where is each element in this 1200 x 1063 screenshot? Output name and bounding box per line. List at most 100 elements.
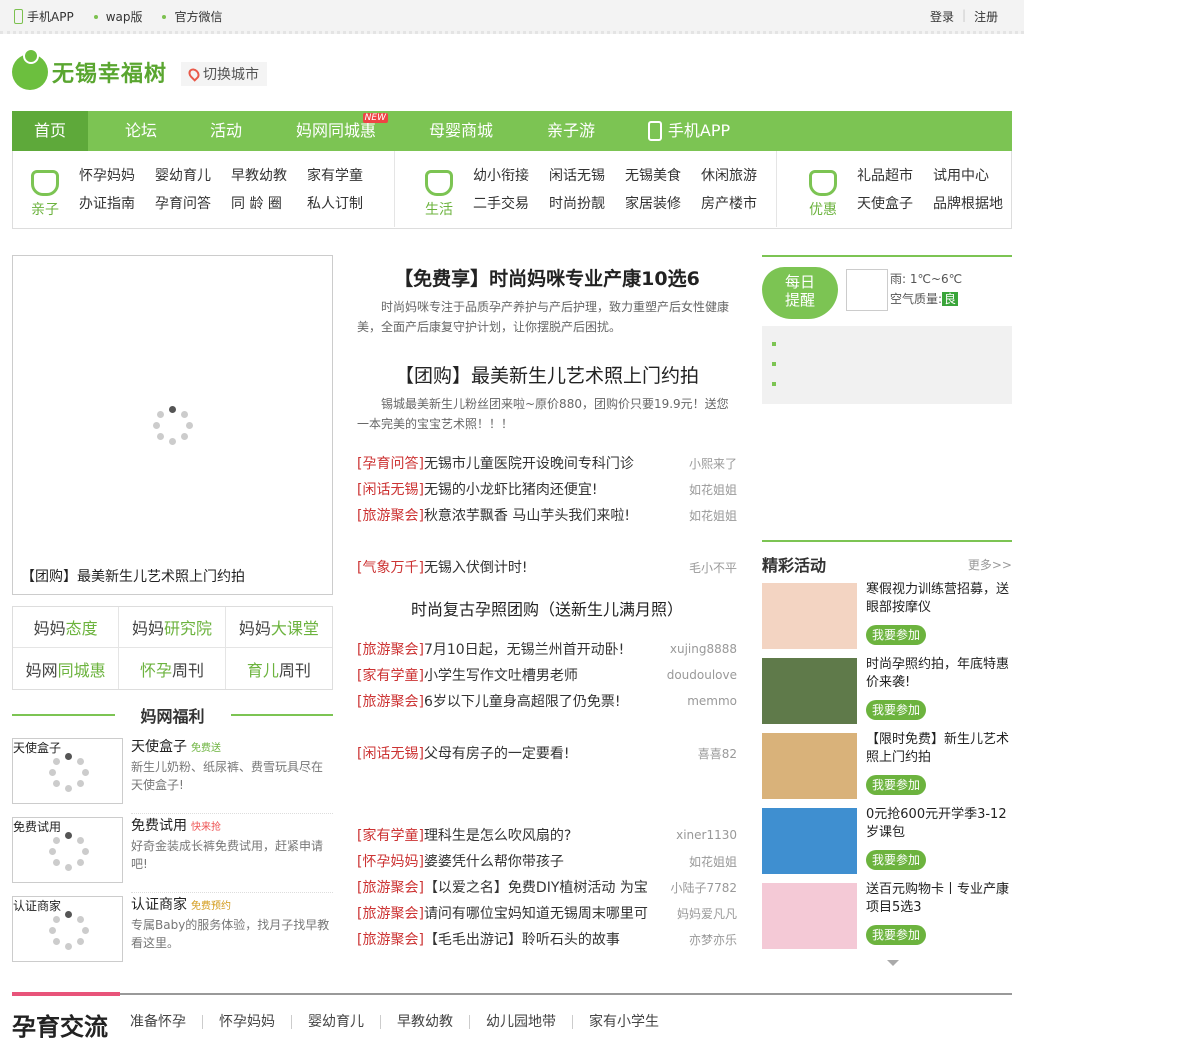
welfare-item[interactable]: 免费试用 免费试用 快来抢 好奇金装成长裤免费试用，赶紧申请吧! [12, 817, 333, 893]
activity-image[interactable] [762, 808, 857, 874]
sub-link[interactable]: 孕育问答 [155, 193, 211, 213]
news-row[interactable]: [旅游聚会]【毛毛出游记】聆听石头的故事 亦梦亦乐 [357, 926, 737, 952]
activity-image[interactable] [762, 733, 857, 799]
sub-link[interactable]: 早教幼教 [231, 165, 287, 185]
sub-link[interactable]: 天使盒子 [857, 193, 913, 213]
activity-image[interactable] [762, 883, 857, 949]
sub-link[interactable]: 房产楼市 [701, 193, 757, 213]
news-row[interactable]: [家有学童]小学生写作文吐槽男老师 doudoulove [357, 662, 737, 688]
daily-reminder-badge: 每日 提醒 [762, 267, 838, 319]
mama-link[interactable]: 育儿 周刊 [226, 648, 332, 689]
news-row[interactable]: [旅游聚会]请问有哪位宝妈知道无锡周末哪里可 妈妈爱凡凡 [357, 900, 737, 926]
welfare-title[interactable]: 天使盒子 [131, 739, 187, 755]
activities-header: 精彩活动 更多>> [762, 540, 1012, 576]
news-row[interactable]: [闲话无锡]无锡的小龙虾比猪肉还便宜! 如花姐姐 [357, 476, 737, 502]
more-link[interactable]: 更多>> [968, 556, 1012, 573]
sub-link[interactable]: 同 龄 圈 [231, 193, 287, 213]
nav-family-travel[interactable]: 亲子游 [508, 111, 634, 151]
nav-local-deals[interactable]: 妈网同城惠 NEW [258, 111, 414, 151]
section-tab[interactable]: 婴幼育儿 [291, 1015, 380, 1029]
join-button[interactable]: 我要参加 [866, 850, 927, 870]
news-row[interactable]: [旅游聚会]秋意浓芋飘香 马山芋头我们来啦! 如花姐姐 [357, 502, 737, 528]
category-parenting[interactable]: 亲子 [23, 159, 67, 219]
news-row[interactable]: [家有学童]理科生是怎么吹风扇的? xiner1130 [357, 822, 737, 848]
mama-link[interactable]: 妈妈 态度 [13, 607, 120, 648]
mama-link[interactable]: 妈网 同城惠 [13, 648, 120, 689]
activity-item[interactable]: 送百元购物卡丨专业产康项目5选3 我要参加 [762, 881, 1012, 949]
section-tab[interactable]: 家有小学生 [572, 1015, 675, 1029]
news-row[interactable]: [闲话无锡]父母有房子的一定要看! 喜喜82 [357, 740, 737, 766]
welfare-item[interactable]: 认证商家 认证商家 免费预约 专属Baby的服务体验，找月子找早教看这里。 [12, 896, 333, 966]
category-deals[interactable]: 优惠 [801, 159, 845, 219]
sub-link[interactable]: 家有学童 [307, 165, 363, 185]
section-tab[interactable]: 早教幼教 [380, 1015, 469, 1029]
sub-link[interactable]: 休闲旅游 [701, 165, 757, 185]
mama-link[interactable]: 妈妈 大课堂 [225, 607, 332, 648]
sub-link[interactable]: 婴幼育儿 [155, 165, 211, 185]
sub-link[interactable]: 礼品超市 [857, 165, 913, 185]
news-row[interactable]: [旅游聚会]6岁以下儿童身高超限了仍免票! memmo [357, 688, 737, 714]
welfare-title[interactable]: 认证商家 [131, 897, 187, 913]
activity-item[interactable]: 【限时免费】新生儿艺术照上门约拍 我要参加 [762, 731, 1012, 799]
banner-slider[interactable]: 【团购】最美新生儿艺术照上门约拍 [12, 255, 333, 595]
headline-1[interactable]: 【免费享】时尚妈咪专业产康10选6 [357, 264, 737, 291]
site-logo[interactable]: 无锡幸福树 [12, 48, 167, 90]
activity-text[interactable]: 送百元购物卡丨专业产康项目5选3 [866, 881, 1012, 917]
category-life[interactable]: 生活 [417, 159, 461, 219]
section-tab[interactable]: 怀孕妈妈 [202, 1015, 291, 1029]
headline-3[interactable]: 时尚复古孕照团购（送新生儿满月照） [357, 596, 737, 620]
nav-home[interactable]: 首页 [12, 111, 88, 151]
switch-city-button[interactable]: 切换城市 [181, 62, 267, 86]
activity-item[interactable]: 0元抢600元开学季3-12岁课包 我要参加 [762, 806, 1012, 874]
headline-2[interactable]: 【团购】最美新生儿艺术照上门约拍 [357, 361, 737, 388]
news-row[interactable]: [旅游聚会]【以爱之名】免费DIY植树活动 为宝 小陆子7782 [357, 874, 737, 900]
sub-link[interactable]: 时尚扮靓 [549, 193, 605, 213]
sub-link[interactable]: 二手交易 [473, 193, 529, 213]
news-row[interactable]: [气象万千]无锡入伏倒计时! 毛小不平 [357, 554, 737, 580]
welfare-thumb[interactable]: 免费试用 [12, 817, 123, 883]
activity-text[interactable]: 【限时免费】新生儿艺术照上门约拍 [866, 731, 1012, 767]
login-link[interactable]: 登录 [930, 8, 954, 25]
news-row[interactable]: [怀孕妈妈]婆婆凭什么帮你带孩子 如花姐姐 [357, 848, 737, 874]
activity-text[interactable]: 0元抢600元开学季3-12岁课包 [866, 806, 1012, 842]
sub-link[interactable]: 品牌根据地 [933, 193, 1003, 213]
sub-link[interactable]: 闲话无锡 [549, 165, 605, 185]
mobile-app-link[interactable]: 手机APP [14, 8, 74, 25]
mama-link[interactable]: 怀孕 周刊 [119, 648, 226, 689]
news-row[interactable]: [旅游聚会]7月10日起，无锡兰州首开动卧! xujing8888 [357, 636, 737, 662]
wechat-link[interactable]: 官方微信 [162, 8, 223, 25]
sub-link[interactable]: 办证指南 [79, 193, 135, 213]
wap-link[interactable]: wap版 [93, 8, 142, 25]
welfare-title[interactable]: 免费试用 [131, 818, 187, 834]
sub-link[interactable]: 幼小衔接 [473, 165, 529, 185]
scroll-down-arrow-icon[interactable] [887, 960, 899, 966]
activity-image[interactable] [762, 658, 857, 724]
sub-link[interactable]: 试用中心 [933, 165, 1003, 185]
welfare-tag: 免费送 [191, 743, 221, 754]
register-link[interactable]: 注册 [974, 8, 998, 25]
activity-text[interactable]: 寒假视力训练营招募，送眼部按摩仪 [866, 581, 1012, 617]
activity-image[interactable] [762, 583, 857, 649]
section-tab[interactable]: 准备怀孕 [130, 1015, 202, 1029]
nav-events[interactable]: 活动 [194, 111, 258, 151]
activity-item[interactable]: 时尚孕照约拍，年底特惠价来袭! 我要参加 [762, 656, 1012, 724]
nav-baby-mall[interactable]: 母婴商城 [414, 111, 508, 151]
nav-forum[interactable]: 论坛 [88, 111, 194, 151]
sub-link[interactable]: 无锡美食 [625, 165, 681, 185]
join-button[interactable]: 我要参加 [866, 775, 927, 795]
join-button[interactable]: 我要参加 [866, 700, 927, 720]
welfare-thumb[interactable]: 天使盒子 [12, 738, 123, 804]
activity-item[interactable]: 寒假视力训练营招募，送眼部按摩仪 我要参加 [762, 581, 1012, 649]
welfare-item[interactable]: 天使盒子 天使盒子 免费送 新生儿奶粉、纸尿裤、费雪玩具尽在天使盒子! [12, 738, 333, 814]
news-row[interactable]: [孕育问答]无锡市儿童医院开设晚间专科门诊 小熙来了 [357, 450, 737, 476]
sub-link[interactable]: 家居装修 [625, 193, 681, 213]
welfare-thumb[interactable]: 认证商家 [12, 896, 123, 962]
sub-link[interactable]: 私人订制 [307, 193, 363, 213]
mama-link[interactable]: 妈妈 研究院 [119, 607, 226, 648]
activity-text[interactable]: 时尚孕照约拍，年底特惠价来袭! [866, 656, 1012, 692]
join-button[interactable]: 我要参加 [866, 925, 927, 945]
section-tab[interactable]: 幼儿园地带 [469, 1015, 572, 1029]
nav-mobile-app[interactable]: 手机APP [634, 111, 744, 151]
sub-link[interactable]: 怀孕妈妈 [79, 165, 135, 185]
join-button[interactable]: 我要参加 [866, 625, 927, 645]
